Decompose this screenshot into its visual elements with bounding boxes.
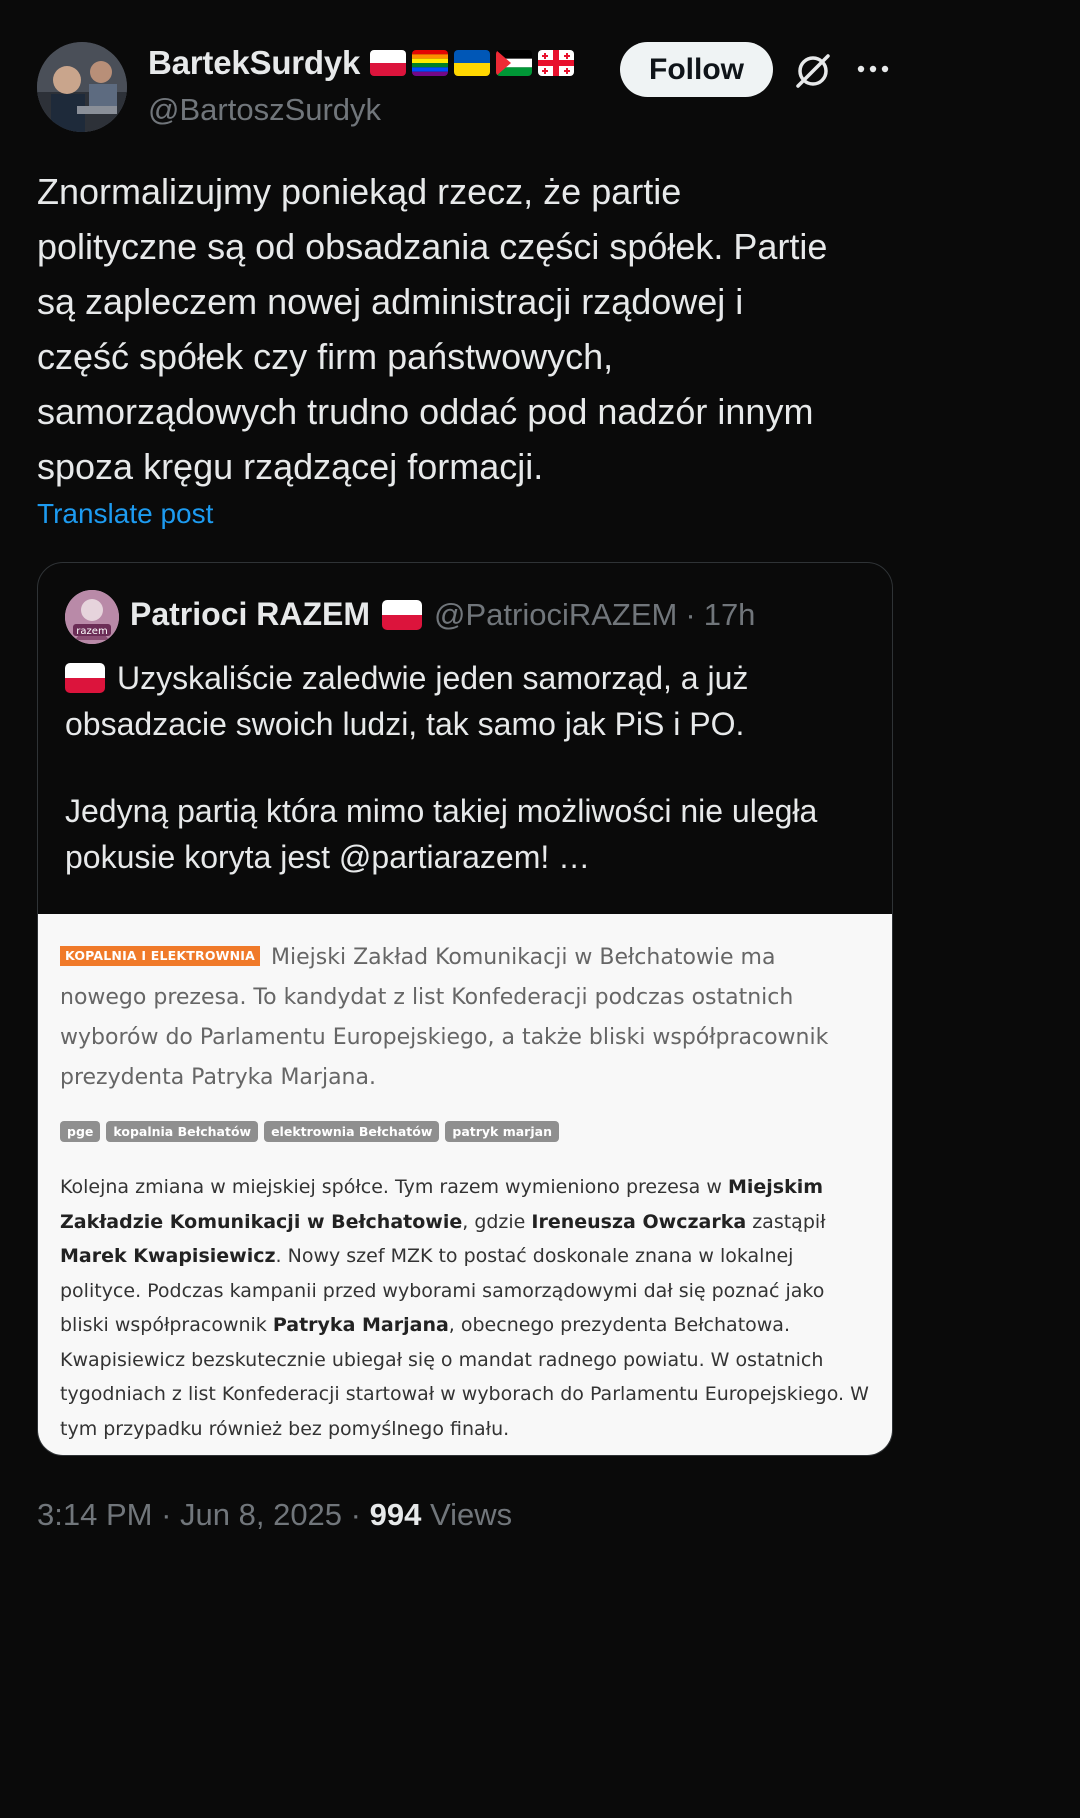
poland-flag-icon bbox=[370, 50, 407, 76]
post-header: BartekSurdyk @BartoszSurdyk Follow bbox=[37, 42, 897, 132]
ukraine-flag-icon bbox=[454, 50, 491, 76]
quote-avatar-text: razem bbox=[76, 626, 107, 637]
tag-pill: pge bbox=[60, 1121, 101, 1142]
quote-timestamp[interactable]: 17h bbox=[704, 597, 756, 633]
post-date[interactable]: Jun 8, 2025 bbox=[180, 1497, 342, 1532]
article-body: Kolejna zmiana w miejskiej spółce. Tym r… bbox=[60, 1170, 875, 1446]
body-segment: Kolejna zmiana w miejskiej spółce. Tym r… bbox=[60, 1176, 728, 1198]
article-tags: pge kopalnia Bełchatów elektrownia Bełch… bbox=[60, 1121, 559, 1142]
follow-button[interactable]: Follow bbox=[620, 42, 773, 97]
author-display-name[interactable]: BartekSurdyk bbox=[148, 44, 360, 82]
author-handle[interactable]: @BartoszSurdyk bbox=[148, 92, 381, 128]
poland-flag-icon bbox=[382, 599, 423, 630]
poland-flag-icon bbox=[65, 663, 105, 693]
quote-handle[interactable]: @PatriociRAZEM bbox=[434, 597, 677, 633]
author-avatar[interactable] bbox=[37, 42, 127, 132]
article-lead: KOPALNIA I ELEKTROWNIA Miejski Zakład Ko… bbox=[60, 938, 860, 1098]
georgia-flag-icon bbox=[538, 50, 575, 76]
rainbow-flag-icon bbox=[412, 50, 449, 76]
views-label: Views bbox=[421, 1497, 513, 1532]
post-time[interactable]: 3:14 PM bbox=[37, 1497, 152, 1532]
quote-display-name[interactable]: Patrioci RAZEM bbox=[130, 596, 370, 633]
body-bold-segment: Marek Kwapisiewicz bbox=[60, 1245, 276, 1267]
separator-dot: · bbox=[342, 1497, 370, 1532]
palestine-flag-icon bbox=[496, 50, 533, 76]
body-segment: , gdzie bbox=[462, 1210, 532, 1233]
post-metadata: 3:14 PM · Jun 8, 2025 · 994 Views bbox=[37, 1497, 512, 1533]
translate-post-link[interactable]: Translate post bbox=[37, 498, 213, 530]
quote-text-paragraph-1: Uzyskaliście zaledwie jeden samorząd, a … bbox=[65, 655, 885, 747]
tag-pill: kopalnia Bełchatów bbox=[106, 1121, 259, 1142]
post-text: Znormalizujmy poniekąd rzecz, że partie … bbox=[37, 171, 828, 487]
quote-text-paragraph-2: Jedyną partią która mimo takiej możliwoś… bbox=[65, 793, 818, 875]
grok-icon[interactable] bbox=[794, 52, 832, 90]
separator-dot: · bbox=[685, 596, 696, 632]
quoted-post[interactable]: razem Patrioci RAZEM @PatriociRAZEM · 17… bbox=[37, 562, 893, 1456]
quote-author-avatar[interactable]: razem bbox=[65, 590, 119, 644]
quote-media-image[interactable]: KOPALNIA I ELEKTROWNIA Miejski Zakład Ko… bbox=[38, 914, 892, 1455]
views-count: 994 bbox=[369, 1497, 422, 1532]
body-bold-segment: Ireneusza Owczarka bbox=[531, 1210, 747, 1233]
article-lead-text: Miejski Zakład Komunikacji w Bełchatowie… bbox=[60, 945, 829, 1090]
more-options-icon[interactable] bbox=[856, 57, 890, 81]
author-flags bbox=[370, 50, 575, 76]
tag-pill: elektrownia Bełchatów bbox=[264, 1121, 440, 1142]
tag-pill: patryk marjan bbox=[445, 1121, 559, 1142]
body-segment: zastąpił bbox=[746, 1210, 826, 1233]
body-bold-segment: Patryka Marjana bbox=[272, 1314, 449, 1336]
quote-text-1: Uzyskaliście zaledwie jeden samorząd, a … bbox=[65, 660, 749, 742]
separator-dot: · bbox=[152, 1497, 181, 1532]
category-badge: KOPALNIA I ELEKTROWNIA bbox=[60, 946, 261, 966]
